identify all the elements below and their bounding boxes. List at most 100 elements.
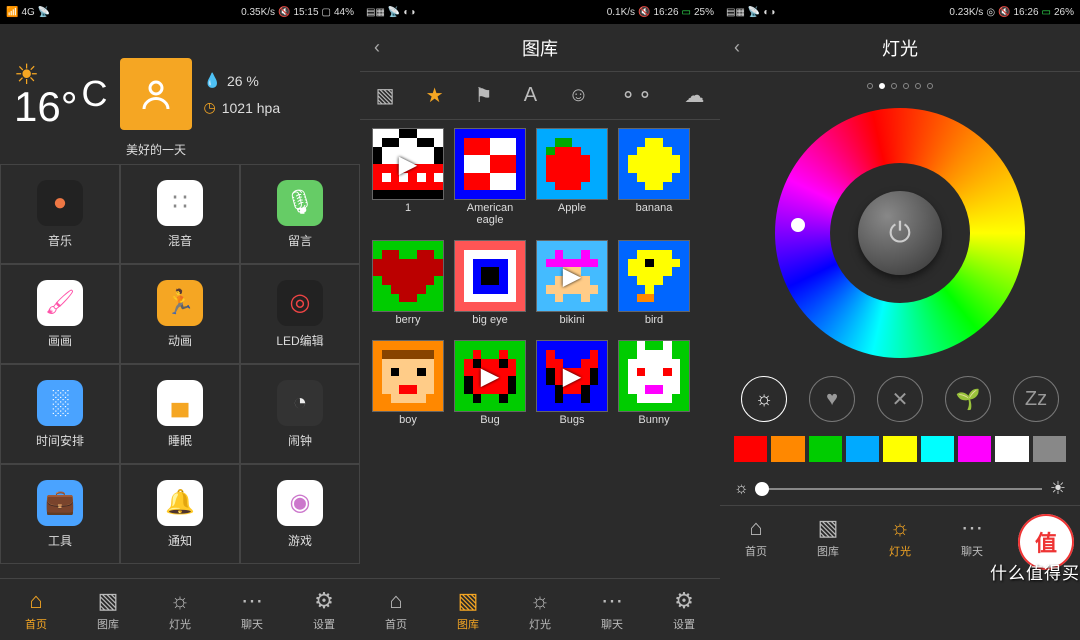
thumbnail-label: boy	[399, 414, 417, 426]
app-音乐[interactable]: ●音乐	[0, 164, 120, 264]
mode-button[interactable]: ♥	[809, 376, 855, 422]
back-button[interactable]: ‹	[374, 37, 380, 58]
thumbnail-label: American eagle	[454, 202, 526, 226]
color-swatch[interactable]	[995, 436, 1028, 462]
app-睡眠[interactable]: ▄睡眠	[120, 364, 240, 464]
app-闹钟[interactable]: ◔闹钟	[240, 364, 360, 464]
avatar-button[interactable]	[120, 58, 192, 130]
gallery-item-Bunny[interactable]: Bunny	[618, 340, 690, 426]
gallery-item-boy[interactable]: boy	[372, 340, 444, 426]
page-dot[interactable]	[867, 83, 873, 89]
nav-label: 图库	[457, 616, 479, 632]
app-动画[interactable]: 🏃 动画	[120, 264, 240, 364]
thumbnail	[454, 240, 526, 312]
thumbnail: ▶	[372, 128, 444, 200]
nav-图库[interactable]: ▧图库	[792, 506, 864, 567]
nav-首页[interactable]: ⌂首页	[720, 506, 792, 567]
nav-聊天[interactable]: ⋯聊天	[936, 506, 1008, 567]
status-bar: ▤▦📡◐◑ 0.23K/s◎🔇16:26▭26%	[720, 0, 1080, 24]
category-tab[interactable]: ⚑	[475, 83, 493, 108]
nav-icon: ⚙	[314, 588, 334, 614]
app-游戏[interactable]: ◉游戏	[240, 464, 360, 564]
mode-button[interactable]: ☼	[741, 376, 787, 422]
nav-图库[interactable]: ▧图库	[72, 579, 144, 640]
color-swatch[interactable]	[734, 436, 767, 462]
page-dot[interactable]	[903, 83, 909, 89]
category-tab[interactable]: ⚬⚬	[620, 83, 654, 108]
watermark-text: 什么值得买	[990, 559, 1080, 584]
page-title: 图库	[522, 35, 558, 61]
gallery-item-Bugs[interactable]: ▶Bugs	[536, 340, 608, 426]
app-通知[interactable]: 🔔通知	[120, 464, 240, 564]
nav-图库[interactable]: ▧图库	[432, 579, 504, 640]
app-label: 游戏	[288, 532, 312, 549]
app-icon: ◔	[277, 380, 323, 426]
app-时间安排[interactable]: ░时间安排	[0, 364, 120, 464]
category-tab[interactable]: ☺	[568, 84, 588, 107]
slider-handle[interactable]	[755, 482, 769, 496]
nav-icon: ⚙	[674, 588, 694, 614]
nav-label: 灯光	[889, 543, 911, 559]
app-label: 通知	[168, 532, 192, 549]
app-混音[interactable]: ∷混音	[120, 164, 240, 264]
color-swatch[interactable]	[958, 436, 991, 462]
gallery-item-Bug[interactable]: ▶Bug	[454, 340, 526, 426]
power-button[interactable]: ⏻	[858, 191, 942, 275]
swatch-row	[720, 426, 1080, 472]
color-swatch[interactable]	[1033, 436, 1066, 462]
gallery-item-berry[interactable]: berry	[372, 240, 444, 326]
app-工具[interactable]: 💼工具	[0, 464, 120, 564]
weather-caption: 美好的一天	[126, 141, 186, 158]
brightness-slider[interactable]	[757, 488, 1042, 490]
thumbnail-label: Bug	[480, 414, 500, 426]
gallery-item-Apple[interactable]: Apple	[536, 128, 608, 226]
app-icon: 🏃	[157, 280, 203, 326]
gallery-item-bird[interactable]: bird	[618, 240, 690, 326]
gallery-item-bikini[interactable]: ▶bikini	[536, 240, 608, 326]
category-tab[interactable]: ★	[426, 83, 444, 108]
nav-聊天[interactable]: ⋯聊天	[576, 579, 648, 640]
mode-button[interactable]: 🌱	[945, 376, 991, 422]
app-label: 混音	[168, 232, 192, 249]
nav-设置[interactable]: ⚙设置	[648, 579, 720, 640]
app-label: 动画	[168, 332, 192, 349]
page-dot[interactable]	[915, 83, 921, 89]
brightness-high-icon: ☀	[1050, 478, 1066, 499]
category-tab[interactable]: ☁	[684, 83, 704, 108]
color-swatch[interactable]	[921, 436, 954, 462]
color-swatch[interactable]	[771, 436, 804, 462]
gallery-item-1[interactable]: ▶1	[372, 128, 444, 226]
nav-设置[interactable]: ⚙设置	[288, 579, 360, 640]
color-wheel[interactable]: ⏻	[775, 108, 1025, 358]
nav-icon: ⌂	[749, 515, 762, 541]
nav-灯光[interactable]: ☼灯光	[864, 506, 936, 567]
humidity-icon: 💧	[204, 72, 221, 89]
back-button[interactable]: ‹	[734, 37, 740, 58]
nav-icon: ⌂	[389, 588, 402, 614]
gallery-item-banana[interactable]: banana	[618, 128, 690, 226]
nav-灯光[interactable]: ☼灯光	[144, 579, 216, 640]
mode-button[interactable]: Zz	[1013, 376, 1059, 422]
category-tab[interactable]: A	[524, 84, 537, 107]
color-picker-handle[interactable]	[791, 218, 805, 232]
app-LED编辑[interactable]: ◎LED编辑	[240, 264, 360, 364]
thumbnail	[618, 340, 690, 412]
app-留言[interactable]: 🎙留言	[240, 164, 360, 264]
gallery-item-American eagle[interactable]: American eagle	[454, 128, 526, 226]
nav-聊天[interactable]: ⋯聊天	[216, 579, 288, 640]
color-swatch[interactable]	[846, 436, 879, 462]
category-tabs: ▧ ★ ⚑ A ☺ ⚬⚬ ☁	[360, 72, 720, 120]
page-dot[interactable]	[891, 83, 897, 89]
color-swatch[interactable]	[809, 436, 842, 462]
app-icon: 🎙	[277, 180, 323, 226]
gallery-item-big eye[interactable]: big eye	[454, 240, 526, 326]
nav-首页[interactable]: ⌂首页	[360, 579, 432, 640]
nav-灯光[interactable]: ☼灯光	[504, 579, 576, 640]
nav-首页[interactable]: ⌂首页	[0, 579, 72, 640]
color-swatch[interactable]	[883, 436, 916, 462]
page-dot[interactable]	[927, 83, 933, 89]
app-画画[interactable]: 🖌画画	[0, 264, 120, 364]
page-dot[interactable]	[879, 83, 885, 89]
mode-button[interactable]: ✕	[877, 376, 923, 422]
category-tab[interactable]: ▧	[376, 83, 395, 108]
